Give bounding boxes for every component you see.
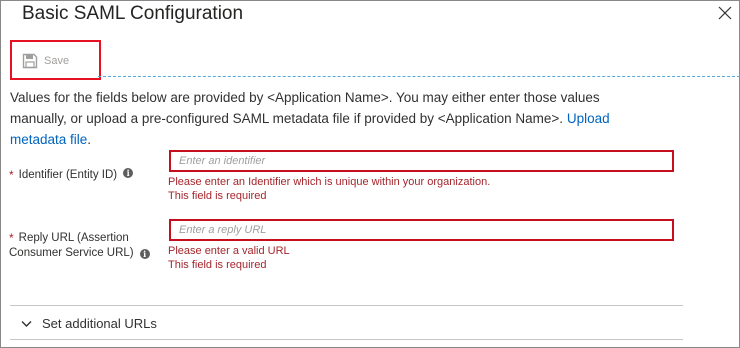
identifier-error-message: Please enter an Identifier which is uniq…	[168, 176, 491, 188]
reply-url-required-message: This field is required	[168, 259, 267, 271]
reply-url-input[interactable]	[169, 219, 674, 241]
identifier-label-row: * Identifier (Entity ID) i	[9, 168, 134, 183]
expander-label: Set additional URLs	[42, 316, 157, 331]
description-line-2: manually, or upload a pre-configured SAM…	[10, 108, 700, 129]
save-button[interactable]: Save	[22, 52, 69, 70]
save-label: Save	[44, 55, 70, 67]
set-additional-urls-expander[interactable]: Set additional URLs	[21, 316, 157, 331]
floppy-disk-icon	[22, 53, 38, 69]
close-button[interactable]	[717, 5, 733, 21]
section-divider-bottom	[10, 339, 683, 340]
reply-url-label-row-1: * Reply URL (Assertion	[9, 231, 129, 246]
description-line-2-text: manually, or upload a pre-configured SAM…	[10, 111, 564, 126]
info-icon[interactable]: i	[139, 248, 150, 259]
reply-url-label-block: * Reply URL (Assertion Consumer Service …	[9, 231, 150, 261]
identifier-label: Identifier (Entity ID)	[18, 169, 118, 181]
description-line-1: Values for the fields below are provided…	[10, 90, 600, 105]
reply-url-label-line-1: Reply URL (Assertion	[18, 232, 129, 244]
reply-url-label-row-2: Consumer Service URL) i	[9, 246, 150, 261]
description-period: .	[87, 132, 92, 147]
close-icon	[718, 6, 732, 20]
required-asterisk: *	[9, 231, 14, 245]
upload-metadata-link-part-1[interactable]: Upload	[567, 111, 610, 126]
reply-url-label-line-2: Consumer Service URL)	[9, 247, 134, 259]
saml-configuration-panel: Basic SAML Configuration Save Values for…	[0, 0, 740, 348]
section-divider-top	[10, 305, 683, 306]
identifier-input[interactable]	[169, 150, 674, 172]
description-text: Values for the fields below are provided…	[10, 87, 700, 150]
info-icon[interactable]: i	[123, 168, 134, 178]
reply-url-error-message: Please enter a valid URL	[168, 245, 290, 257]
panel-title: Basic SAML Configuration	[22, 3, 244, 24]
identifier-required-message: This field is required	[168, 190, 267, 202]
toolbar-divider	[98, 76, 740, 77]
description-line-3: metadata file.	[10, 129, 700, 150]
chevron-down-icon	[21, 320, 32, 327]
upload-metadata-link-part-2[interactable]: metadata file	[10, 132, 87, 147]
required-asterisk: *	[9, 168, 14, 182]
